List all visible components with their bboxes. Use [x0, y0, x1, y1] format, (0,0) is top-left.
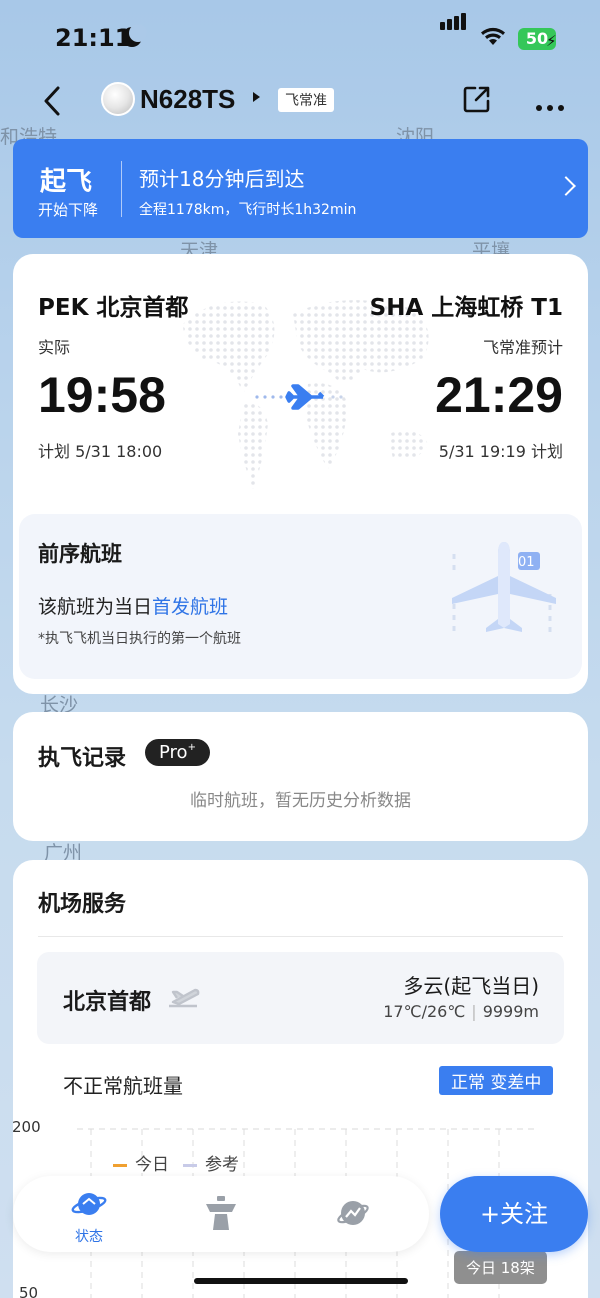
- departure-scheduled: 计划 5/31 18:00: [38, 442, 163, 461]
- route-card: PEK 北京首都 SHA 上海虹桥 T1 实际 飞常准预计 19:58 21:2…: [13, 254, 588, 694]
- more-icon[interactable]: [536, 96, 569, 115]
- tab-airport[interactable]: [191, 1194, 251, 1236]
- pro-label: Pro: [159, 742, 188, 763]
- status-badge: 正常 变差中: [439, 1066, 554, 1095]
- departure-time: 19:58: [38, 367, 166, 423]
- first-flight-link[interactable]: 首发航班: [152, 596, 228, 618]
- temperature-range: 17℃/26℃: [383, 1002, 466, 1021]
- tab-trends[interactable]: [323, 1196, 383, 1234]
- previous-flight-panel[interactable]: 前序航班 该航班为当日首发航班 *执飞飞机当日执行的第一个航班 01: [19, 514, 582, 679]
- legend-swatch: [113, 1163, 127, 1167]
- source-badge: 飞常准: [278, 88, 334, 112]
- legend-item-reference: 参考: [183, 1150, 239, 1175]
- y-tick-label: 200: [12, 1118, 41, 1136]
- legend-label: 参考: [205, 1155, 239, 1175]
- previous-flight-desc: 该航班为当日首发航班: [38, 592, 228, 619]
- visibility: 9999m: [482, 1002, 539, 1021]
- caret-right-icon[interactable]: [253, 92, 260, 102]
- airplane-illustration: [452, 542, 556, 634]
- departure-icon: [169, 988, 200, 1008]
- legend-label: 今日: [135, 1155, 169, 1175]
- irregular-flights-label: 不正常航班量: [63, 1074, 183, 1098]
- home-indicator: [194, 1278, 408, 1284]
- flight-status-banner[interactable]: 起飞 开始下降 预计18分钟后到达 全程1178km，飞行时长1h32min: [13, 139, 588, 238]
- flight-distance-duration: 全程1178km，飞行时长1h32min: [139, 202, 357, 218]
- airline-logo: [101, 82, 135, 116]
- arrival-airport: SHA 上海虹桥 T1: [369, 295, 563, 321]
- weather-detail: 17℃/26℃ | 9999m: [383, 1002, 539, 1021]
- trends-planet-icon: [337, 1201, 369, 1225]
- arrival-scheduled: 5/31 19:19 计划: [438, 442, 563, 461]
- divider: [38, 936, 563, 937]
- status-bar: 21:11 50 ⚡: [0, 0, 600, 80]
- legend-swatch: [183, 1163, 197, 1167]
- legend-item-today: 今日: [113, 1150, 169, 1175]
- clock: 21:11: [55, 24, 132, 52]
- previous-flight-title: 前序航班: [38, 542, 122, 566]
- back-icon[interactable]: [36, 84, 70, 118]
- follow-button[interactable]: +关注: [440, 1176, 588, 1252]
- arrival-time: 21:29: [435, 367, 563, 423]
- pro-badge[interactable]: Pro+: [145, 739, 210, 766]
- weather-panel[interactable]: 北京首都 多云(起飞当日) 17℃/26℃ | 9999m: [37, 952, 564, 1044]
- chevron-right-icon: [556, 176, 576, 196]
- eta-headline: 预计18分钟后到达: [139, 167, 305, 191]
- moon-icon: [122, 24, 147, 47]
- previous-flight-note: *执飞飞机当日执行的第一个航班: [38, 631, 241, 647]
- wifi-icon: [481, 27, 505, 45]
- history-title: 执飞记录: [38, 746, 127, 771]
- weather-condition: 多云(起飞当日): [403, 974, 539, 998]
- top-nav: N628TS 飞常准: [0, 76, 600, 126]
- control-tower-icon: [206, 1196, 236, 1230]
- sequence-badge: 01: [518, 555, 535, 570]
- tab-status[interactable]: 状态: [59, 1188, 119, 1246]
- divider: [121, 161, 122, 217]
- flight-number[interactable]: N628TS: [140, 84, 235, 115]
- airport-service-title: 机场服务: [38, 892, 127, 917]
- departure-airport: PEK 北京首都: [38, 295, 189, 321]
- status-sublabel: 开始下降: [38, 201, 99, 219]
- today-tooltip: 今日 18架: [454, 1251, 547, 1284]
- tab-label: 状态: [75, 1229, 103, 1245]
- history-card: 执飞记录 Pro+ 临时航班，暂无历史分析数据: [13, 712, 588, 841]
- previous-flight-desc-text: 该航班为当日: [38, 596, 153, 618]
- y-tick-label: 50: [19, 1284, 39, 1298]
- status-label: 起飞: [40, 167, 93, 197]
- charging-icon: ⚡: [546, 32, 557, 50]
- share-icon[interactable]: [462, 84, 492, 114]
- airport-name: 北京首都: [63, 990, 152, 1015]
- arrival-time-label: 飞常准预计: [482, 338, 563, 357]
- plane-icon: [255, 384, 343, 410]
- planet-icon: [71, 1193, 107, 1215]
- departure-time-label: 实际: [38, 338, 71, 357]
- bottom-tab-bar: 状态: [13, 1176, 429, 1252]
- history-empty-message: 临时航班，暂无历史分析数据: [190, 791, 411, 811]
